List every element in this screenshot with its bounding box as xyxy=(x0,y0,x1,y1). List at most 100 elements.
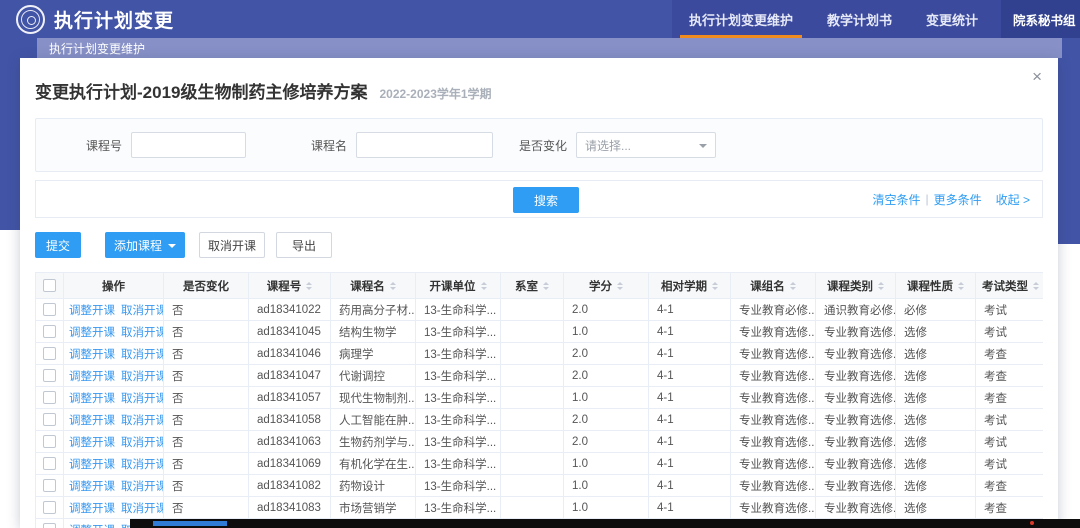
cell-credits: 2.0 xyxy=(564,299,649,321)
cell-course-name: 人工智能在肿... xyxy=(331,409,416,431)
cell-dept xyxy=(501,387,564,409)
cancel-course-link[interactable]: 取消开课 xyxy=(121,459,164,471)
column-header[interactable]: 课程号 xyxy=(249,273,331,299)
cell-checkbox xyxy=(36,299,64,321)
adjust-course-link[interactable]: 调整开课 xyxy=(69,437,115,449)
column-header[interactable]: 课组名 xyxy=(731,273,816,299)
row-checkbox[interactable] xyxy=(43,303,56,316)
page-background-right xyxy=(1058,58,1080,244)
adjust-course-link[interactable]: 调整开课 xyxy=(69,525,115,528)
cancel-course-link[interactable]: 取消开课 xyxy=(121,371,164,383)
nav-tab[interactable]: 教学计划书 xyxy=(810,0,909,38)
collapse-link[interactable]: 收起 > xyxy=(996,191,1030,208)
table-row: 调整开课取消开课否ad18341057现代生物制剂...13-生命科学...1.… xyxy=(36,387,1044,409)
sort-icon[interactable] xyxy=(390,282,396,290)
cell-nature: 选修 xyxy=(896,453,976,475)
cell-nature: 必修 xyxy=(896,299,976,321)
sort-icon[interactable] xyxy=(1033,282,1039,290)
app-title: 执行计划变更 xyxy=(54,6,174,33)
row-checkbox[interactable] xyxy=(43,435,56,448)
row-checkbox[interactable] xyxy=(43,479,56,492)
sort-icon[interactable] xyxy=(958,282,964,290)
cancel-course-link[interactable]: 取消开课 xyxy=(121,327,164,339)
adjust-course-link[interactable]: 调整开课 xyxy=(69,503,115,515)
table-row: 调整开课取消开课否ad18341063生物药剂学与...13-生命科学...2.… xyxy=(36,431,1044,453)
cell-exam: 考查 xyxy=(976,387,1044,409)
filter-course-name: 课程名 xyxy=(311,132,493,158)
clear-filters-link[interactable]: 清空条件 xyxy=(873,191,921,208)
sort-icon[interactable] xyxy=(543,282,549,290)
close-icon[interactable]: × xyxy=(1032,68,1042,85)
sort-icon[interactable] xyxy=(306,282,312,290)
sort-icon[interactable] xyxy=(878,282,884,290)
video-progress-bar[interactable] xyxy=(130,519,1080,528)
cancel-course-link[interactable]: 取消开课 xyxy=(121,305,164,317)
export-button[interactable]: 导出 xyxy=(276,232,332,258)
column-header[interactable]: 课程名 xyxy=(331,273,416,299)
column-header[interactable]: 考试类型 xyxy=(976,273,1044,299)
adjust-course-link[interactable]: 调整开课 xyxy=(69,371,115,383)
course-name-input[interactable] xyxy=(356,132,493,158)
cancel-course-link[interactable]: 取消开课 xyxy=(121,393,164,405)
table-toolbar: 提交 添加课程 取消开课 导出 xyxy=(35,232,332,258)
nav-tab[interactable]: 变更统计 xyxy=(909,0,995,38)
cell-course-name: 结构生物学 xyxy=(331,321,416,343)
row-checkbox[interactable] xyxy=(43,501,56,514)
cancel-course-link[interactable]: 取消开课 xyxy=(121,503,164,515)
cell-nature: 选修 xyxy=(896,321,976,343)
column-label: 是否变化 xyxy=(183,278,229,294)
cell-credits: 1.0 xyxy=(564,497,649,519)
column-header[interactable]: 课程类别 xyxy=(816,273,896,299)
sort-icon[interactable] xyxy=(712,282,718,290)
select-all-checkbox[interactable] xyxy=(43,279,56,292)
column-header: 是否变化 xyxy=(164,273,249,299)
search-button[interactable]: 搜索 xyxy=(513,187,579,213)
column-label: 课程号 xyxy=(267,278,302,294)
adjust-course-link[interactable]: 调整开课 xyxy=(69,349,115,361)
adjust-course-link[interactable]: 调整开课 xyxy=(69,481,115,493)
row-checkbox[interactable] xyxy=(43,325,56,338)
cell-actions: 调整开课取消开课 xyxy=(64,409,164,431)
more-filters-link[interactable]: 更多条件 xyxy=(934,191,982,208)
cancel-course-button[interactable]: 取消开课 xyxy=(199,232,265,258)
row-checkbox[interactable] xyxy=(43,523,56,528)
row-checkbox[interactable] xyxy=(43,347,56,360)
column-label: 相对学期 xyxy=(661,278,707,294)
column-header[interactable]: 开课单位 xyxy=(416,273,501,299)
cell-semester: 4-1 xyxy=(649,453,731,475)
column-header[interactable]: 课程性质 xyxy=(896,273,976,299)
nav-tab[interactable]: 执行计划变更维护 xyxy=(672,0,810,38)
cancel-course-link[interactable]: 取消开课 xyxy=(121,349,164,361)
cell-exam: 考查 xyxy=(976,475,1044,497)
column-header[interactable]: 相对学期 xyxy=(649,273,731,299)
cell-actions: 调整开课取消开课 xyxy=(64,453,164,475)
adjust-course-link[interactable]: 调整开课 xyxy=(69,393,115,405)
add-course-button[interactable]: 添加课程 xyxy=(105,232,185,258)
cancel-course-link[interactable]: 取消开课 xyxy=(121,415,164,427)
row-checkbox[interactable] xyxy=(43,391,56,404)
adjust-course-link[interactable]: 调整开课 xyxy=(69,415,115,427)
cell-dept xyxy=(501,453,564,475)
row-checkbox[interactable] xyxy=(43,413,56,426)
column-header[interactable]: 系室 xyxy=(501,273,564,299)
column-label: 操作 xyxy=(102,278,125,294)
university-logo-icon xyxy=(16,5,45,34)
cancel-course-link[interactable]: 取消开课 xyxy=(121,481,164,493)
submit-button[interactable]: 提交 xyxy=(35,232,81,258)
adjust-course-link[interactable]: 调整开课 xyxy=(69,459,115,471)
cell-category: 专业教育选修... xyxy=(816,343,896,365)
row-checkbox[interactable] xyxy=(43,457,56,470)
cell-course-no: ad18341069 xyxy=(249,453,331,475)
sort-icon[interactable] xyxy=(481,282,487,290)
cell-unit: 13-生命科学... xyxy=(416,343,501,365)
adjust-course-link[interactable]: 调整开课 xyxy=(69,327,115,339)
user-role-dropdown[interactable]: 院系秘书组 xyxy=(1001,0,1080,38)
course-no-input[interactable] xyxy=(131,132,246,158)
column-header[interactable]: 学分 xyxy=(564,273,649,299)
sort-icon[interactable] xyxy=(617,282,623,290)
row-checkbox[interactable] xyxy=(43,369,56,382)
sort-icon[interactable] xyxy=(790,282,796,290)
changed-select[interactable]: 请选择... xyxy=(576,132,716,158)
cancel-course-link[interactable]: 取消开课 xyxy=(121,437,164,449)
adjust-course-link[interactable]: 调整开课 xyxy=(69,305,115,317)
